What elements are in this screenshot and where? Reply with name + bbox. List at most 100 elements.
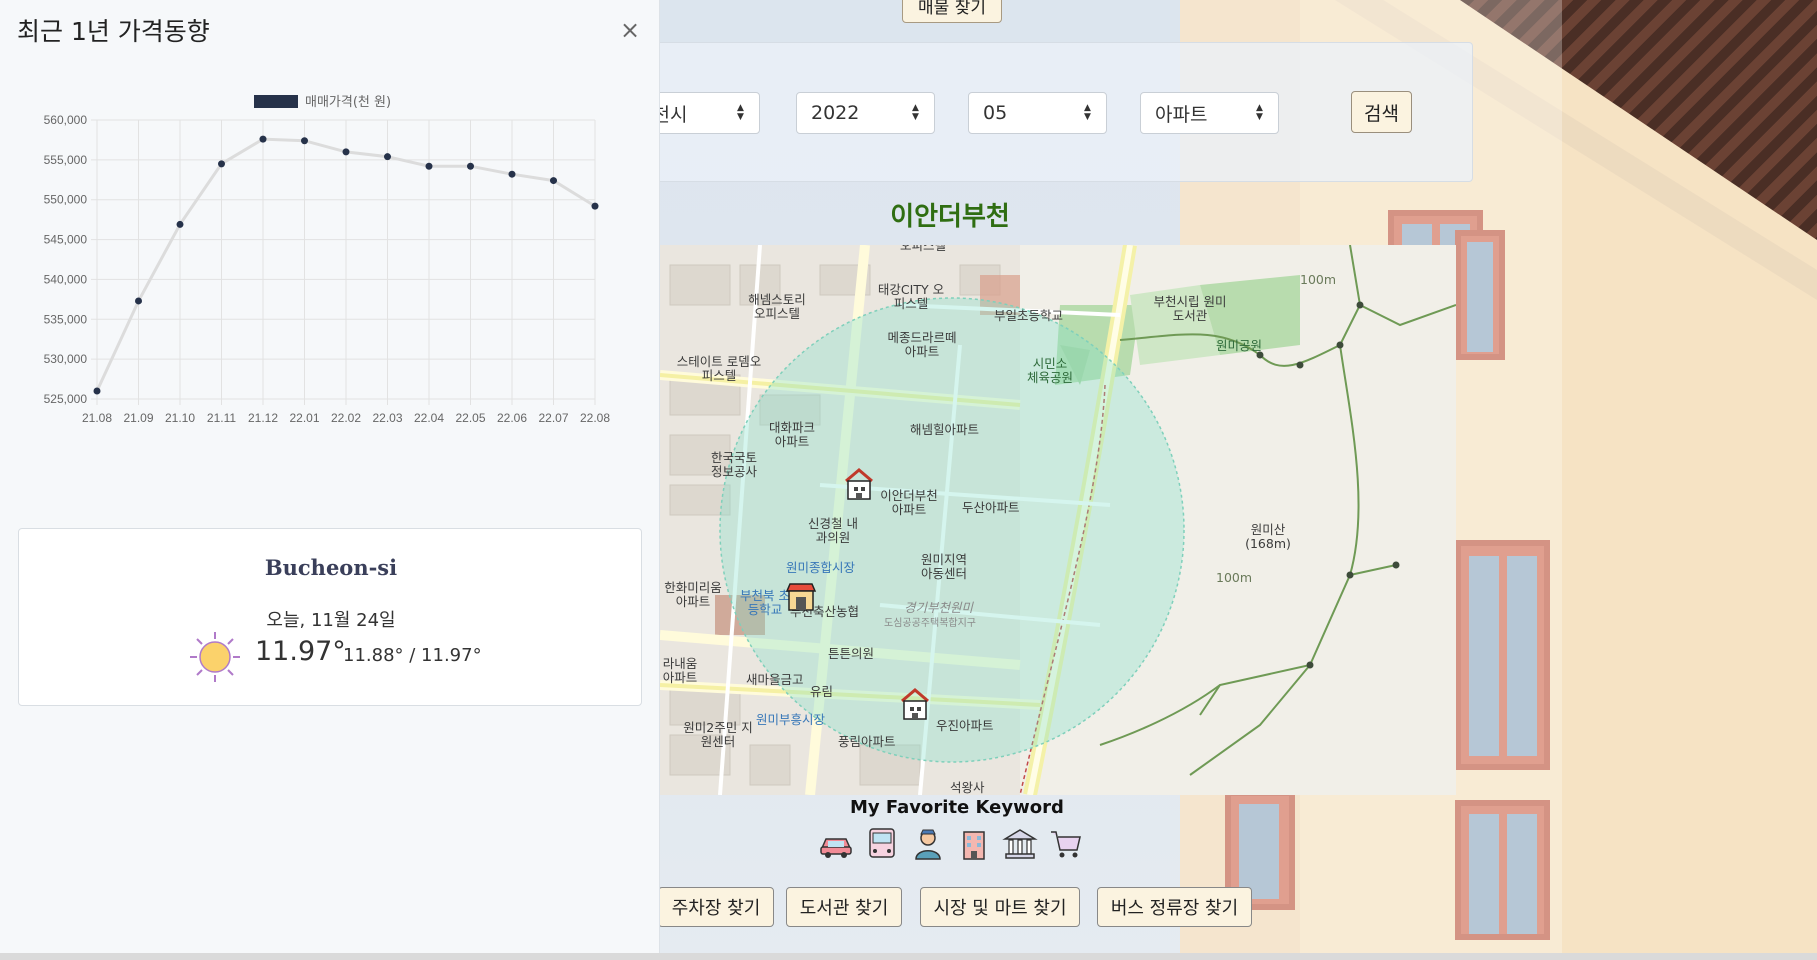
map-label: 원미공원: [1216, 338, 1263, 353]
chart-point[interactable]: [176, 220, 184, 228]
year-select[interactable]: 2022 ▲ ▼: [796, 92, 935, 134]
chart-point[interactable]: [218, 160, 225, 168]
x-tick-label: 21.10: [165, 411, 195, 425]
weather-temp-range: 11.88° / 11.97°: [343, 645, 482, 666]
y-tick-label: 535,000: [44, 312, 88, 326]
map-label: 원미부흥시장: [756, 712, 826, 727]
chart-point[interactable]: [550, 177, 557, 185]
weather-temperature: 11.97°: [255, 636, 346, 667]
map-label: 부일초등학교: [994, 308, 1064, 323]
chart-point[interactable]: [259, 135, 267, 143]
x-tick-label: 21.11: [207, 411, 236, 425]
y-tick-label: 555,000: [44, 153, 88, 167]
chart-point[interactable]: [508, 170, 516, 178]
x-tick-label: 22.07: [538, 411, 568, 425]
select-arrows-icon: ▲ ▼: [1256, 103, 1263, 122]
find-parking-button[interactable]: 주차장 찾기: [658, 887, 774, 927]
map-label: 대화파크 아파트: [768, 420, 815, 449]
legend-swatch[interactable]: [254, 95, 298, 108]
x-tick-label: 22.01: [289, 411, 319, 425]
map-label: 라내움 아파트: [662, 656, 698, 685]
type-select-value: 아파트: [1155, 103, 1208, 126]
x-tick-label: 22.02: [331, 411, 361, 425]
chart-point[interactable]: [425, 162, 433, 170]
map-label: 부천시립 원미도서관: [1153, 294, 1227, 323]
y-tick-label: 525,000: [44, 392, 88, 406]
x-tick-label: 21.09: [123, 411, 153, 425]
select-arrows-icon: ▲ ▼: [912, 103, 919, 122]
person-icon[interactable]: [910, 826, 946, 862]
map-label: 100m: [1216, 570, 1253, 585]
map-label: 태강CITY 오피스텔: [877, 282, 945, 311]
month-select[interactable]: 05 ▲ ▼: [968, 92, 1107, 134]
apartment-pin-icon[interactable]: [898, 687, 932, 721]
x-tick-label: 21.08: [82, 411, 112, 425]
map-label: 스테이트 로뎀오피스텔: [676, 354, 762, 383]
chart-point[interactable]: [342, 148, 350, 156]
y-tick-label: 550,000: [44, 193, 88, 207]
bus-icon[interactable]: [864, 826, 900, 862]
find-market-button[interactable]: 시장 및 마트 찾기: [920, 887, 1080, 927]
map-label: 해넴스토리 오피스텔: [748, 292, 806, 321]
map-label: 한국국토 정보공사: [710, 450, 757, 479]
map-label: 도심공공주택복합지구: [884, 618, 976, 629]
horizontal-scrollbar[interactable]: [0, 953, 1817, 960]
find-property-button[interactable]: 매물 찾기: [902, 0, 1002, 23]
chart-point[interactable]: [384, 153, 391, 161]
map-label: 해넴힐아파트: [910, 422, 980, 437]
map-view[interactable]: 오피스텔 태강CITY 오피스텔 해넴스토리 오피스텔 부일초등학교 부천시립 …: [660, 245, 1456, 795]
x-tick-label: 21.12: [248, 411, 278, 425]
map-label: 풍림아파트: [838, 734, 896, 749]
map-label: 한화미리움 아파트: [664, 580, 722, 609]
map-label: 메종드라르떼 아파트: [887, 330, 957, 359]
y-tick-label: 530,000: [44, 352, 88, 366]
year-select-value: 2022: [811, 102, 860, 124]
map-label: 부천북 초등학교: [740, 588, 790, 617]
close-icon[interactable]: ×: [620, 16, 640, 44]
chart-point[interactable]: [135, 297, 142, 305]
legend-label: 매매가격(천 원): [305, 95, 391, 110]
map-label: 원미산 (168m): [1245, 522, 1291, 551]
map-label: 새마을금고: [746, 672, 804, 687]
x-tick-label: 22.05: [455, 411, 485, 425]
map-label: 원미지역 아동센터: [920, 552, 967, 581]
map-label: 두산아파트: [962, 500, 1020, 515]
map-label: 경기부천원미: [904, 600, 974, 615]
map-label: 시민소 체육공원: [1026, 356, 1073, 385]
cart-icon[interactable]: [1048, 826, 1084, 862]
select-arrows-icon: ▲ ▼: [737, 103, 744, 122]
weather-card: Bucheon-si 오늘, 11월 24일 11.97° 11.88° / 1…: [18, 528, 642, 706]
building-icon[interactable]: [956, 826, 992, 862]
apartment-title: 이안더부천: [890, 202, 1010, 232]
x-tick-label: 22.06: [497, 411, 527, 425]
library-icon[interactable]: [1002, 826, 1038, 862]
map-label: 이안더부천 아파트: [880, 488, 938, 517]
chart-point[interactable]: [467, 162, 474, 170]
search-button[interactable]: 검색: [1351, 91, 1412, 133]
find-bus-stop-button[interactable]: 버스 정류장 찾기: [1097, 887, 1252, 927]
chart-point[interactable]: [591, 202, 599, 210]
weather-date: 오늘, 11월 24일: [266, 610, 396, 631]
y-tick-label: 545,000: [44, 233, 88, 247]
map-label: 오피스텔: [900, 245, 947, 253]
apartment-pin-icon[interactable]: [842, 467, 876, 501]
y-tick-label: 540,000: [44, 272, 88, 286]
price-chart: 560,000 555,000 550,000 545,000 540,000 535,0…: [44, 95, 610, 425]
find-library-button[interactable]: 도서관 찾기: [786, 887, 902, 927]
sun-icon: [190, 632, 240, 682]
x-tick-label: 22.04: [414, 411, 444, 425]
map-label: 신경철 내과의원: [808, 516, 858, 545]
map-label: 유림: [810, 684, 834, 699]
select-arrows-icon: ▲ ▼: [1084, 103, 1091, 122]
month-select-value: 05: [983, 102, 1008, 124]
sidebar-title: 최근 1년 가격동향: [17, 17, 210, 46]
map-label: 100m: [1300, 272, 1337, 287]
chart-point[interactable]: [93, 387, 101, 395]
car-icon[interactable]: [818, 826, 854, 862]
x-tick-label: 22.03: [372, 411, 402, 425]
chart-point[interactable]: [301, 137, 308, 145]
map-label: 석왕사: [950, 780, 985, 795]
price-trend-sidebar: 최근 1년 가격동향 × 560,000 555,000 550,000 545,00…: [0, 0, 660, 953]
market-pin-icon[interactable]: [784, 579, 818, 613]
type-select[interactable]: 아파트 ▲ ▼: [1140, 92, 1279, 134]
